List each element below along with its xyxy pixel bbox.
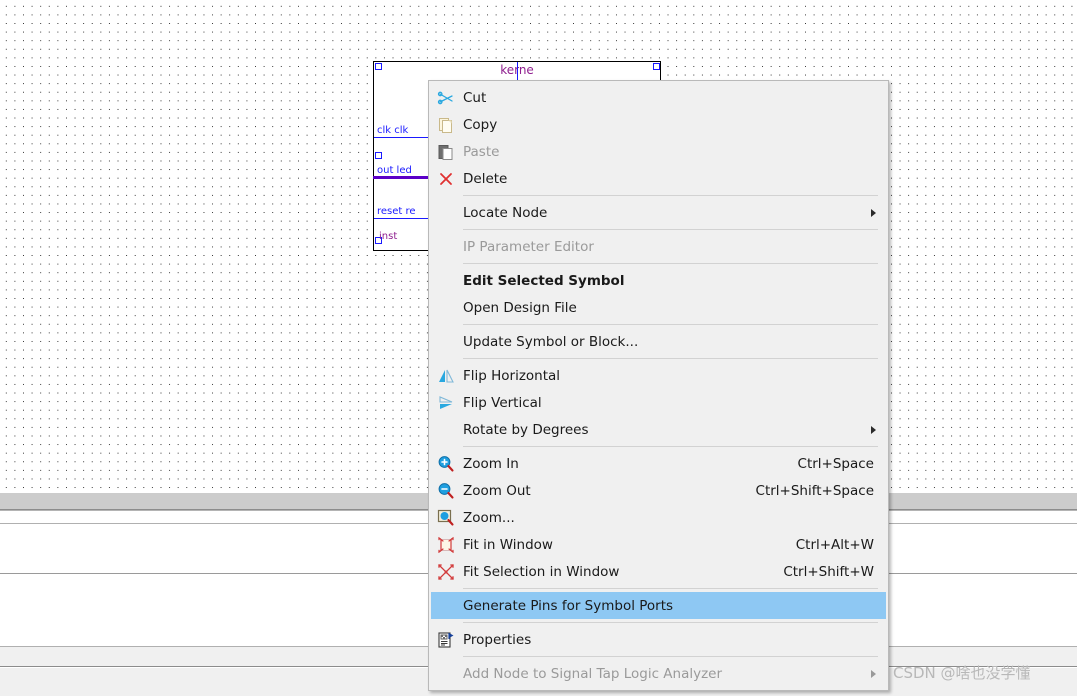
menu-item-label: Open Design File [463, 299, 577, 316]
menu-separator [463, 263, 878, 264]
menu-item-fit-selection[interactable]: Fit Selection in Window Ctrl+Shift+W [429, 558, 888, 585]
port-wire-clk [374, 137, 430, 138]
paste-icon [436, 142, 456, 162]
menu-item-label: Add Node to Signal Tap Logic Analyzer [463, 665, 723, 682]
menu-item-label: Flip Horizontal [463, 367, 561, 384]
port-square-top-left[interactable] [375, 63, 382, 70]
delete-x-icon [436, 169, 456, 189]
menu-item-properties[interactable]: Properties [429, 626, 888, 653]
scissors-icon [436, 88, 456, 108]
menu-item-fit-window[interactable]: Fit in Window Ctrl+Alt+W [429, 531, 888, 558]
menu-item-label: Fit in Window [463, 536, 553, 553]
watermark-text: CSDN @啥也没学懂 [893, 664, 1031, 682]
port-bus-out [373, 176, 430, 179]
menu-item-label: Zoom Out [463, 482, 531, 499]
submenu-arrow-icon [871, 208, 876, 217]
menu-item-signaltap: Add Node to Signal Tap Logic Analyzer [429, 660, 888, 687]
text-cursor [517, 62, 518, 80]
menu-item-label: Properties [463, 631, 532, 648]
menu-item-label: Rotate by Degrees [463, 421, 589, 438]
properties-icon [436, 630, 456, 650]
menu-item-shortcut: Ctrl+Shift+W [783, 563, 874, 580]
menu-item-rotate[interactable]: Rotate by Degrees [429, 416, 888, 443]
menu-item-copy[interactable]: Copy [429, 111, 888, 138]
menu-item-shortcut: Ctrl+Alt+W [795, 536, 874, 553]
menu-item-label: Fit Selection in Window [463, 563, 620, 580]
menu-item-shortcut: Ctrl+Space [797, 455, 874, 472]
menu-item-open-design[interactable]: Open Design File [429, 294, 888, 321]
copy-icon [436, 115, 456, 135]
menu-separator [463, 229, 878, 230]
fit-window-icon [436, 535, 456, 555]
flip-vertical-icon [436, 393, 456, 413]
menu-item-zoom-in[interactable]: Zoom In Ctrl+Space [429, 450, 888, 477]
menu-item-zoom-dialog[interactable]: Zoom... [429, 504, 888, 531]
menu-separator [463, 358, 878, 359]
menu-item-zoom-out[interactable]: Zoom Out Ctrl+Shift+Space [429, 477, 888, 504]
port-label-out: out led [377, 165, 412, 176]
menu-item-label: Flip Vertical [463, 394, 542, 411]
port-label-clk: clk clk [377, 125, 409, 136]
menu-separator [463, 622, 878, 623]
menu-item-label: Delete [463, 170, 508, 187]
port-square-top-right[interactable] [653, 63, 660, 70]
menu-item-label: Generate Pins for Symbol Ports [463, 597, 674, 614]
port-label-reset: reset re [377, 206, 416, 217]
menu-item-label: Locate Node [463, 204, 548, 221]
menu-separator [463, 588, 878, 589]
menu-item-label: Copy [463, 116, 498, 133]
context-menu[interactable]: Cut Copy Paste Delete Locate Node IP Paramete… [428, 80, 889, 691]
port-wire-reset [374, 218, 430, 219]
zoom-out-icon [436, 481, 456, 501]
symbol-instance-label: inst [379, 231, 398, 242]
submenu-arrow-icon [871, 425, 876, 434]
fit-selection-icon [436, 562, 456, 582]
menu-item-label: Zoom... [463, 509, 515, 526]
menu-item-paste: Paste [429, 138, 888, 165]
menu-item-cut[interactable]: Cut [429, 84, 888, 111]
zoom-select-icon [436, 508, 456, 528]
menu-item-locate-node[interactable]: Locate Node [429, 199, 888, 226]
menu-item-label: Zoom In [463, 455, 519, 472]
app-window: kerne clk clk out led reset re inst Find… [0, 0, 1077, 696]
zoom-in-icon [436, 454, 456, 474]
menu-item-flip-v[interactable]: Flip Vertical [429, 389, 888, 416]
menu-separator [463, 324, 878, 325]
menu-item-label: Update Symbol or Block... [463, 333, 639, 350]
menu-item-delete[interactable]: Delete [429, 165, 888, 192]
menu-item-update-symbol[interactable]: Update Symbol or Block... [429, 328, 888, 355]
menu-item-label: Edit Selected Symbol [463, 272, 625, 289]
port-square-out[interactable] [375, 152, 382, 159]
submenu-arrow-icon [871, 669, 876, 678]
menu-item-flip-h[interactable]: Flip Horizontal [429, 362, 888, 389]
flip-horizontal-icon [436, 366, 456, 386]
menu-item-label: Paste [463, 143, 500, 160]
menu-item-generate-pins[interactable]: Generate Pins for Symbol Ports [431, 592, 886, 619]
menu-separator [463, 446, 878, 447]
menu-item-label: Cut [463, 89, 487, 106]
menu-item-shortcut: Ctrl+Shift+Space [755, 482, 874, 499]
menu-item-edit-symbol[interactable]: Edit Selected Symbol [429, 267, 888, 294]
menu-separator [463, 656, 878, 657]
menu-item-label: IP Parameter Editor [463, 238, 594, 255]
menu-item-ip-param: IP Parameter Editor [429, 233, 888, 260]
menu-separator [463, 195, 878, 196]
